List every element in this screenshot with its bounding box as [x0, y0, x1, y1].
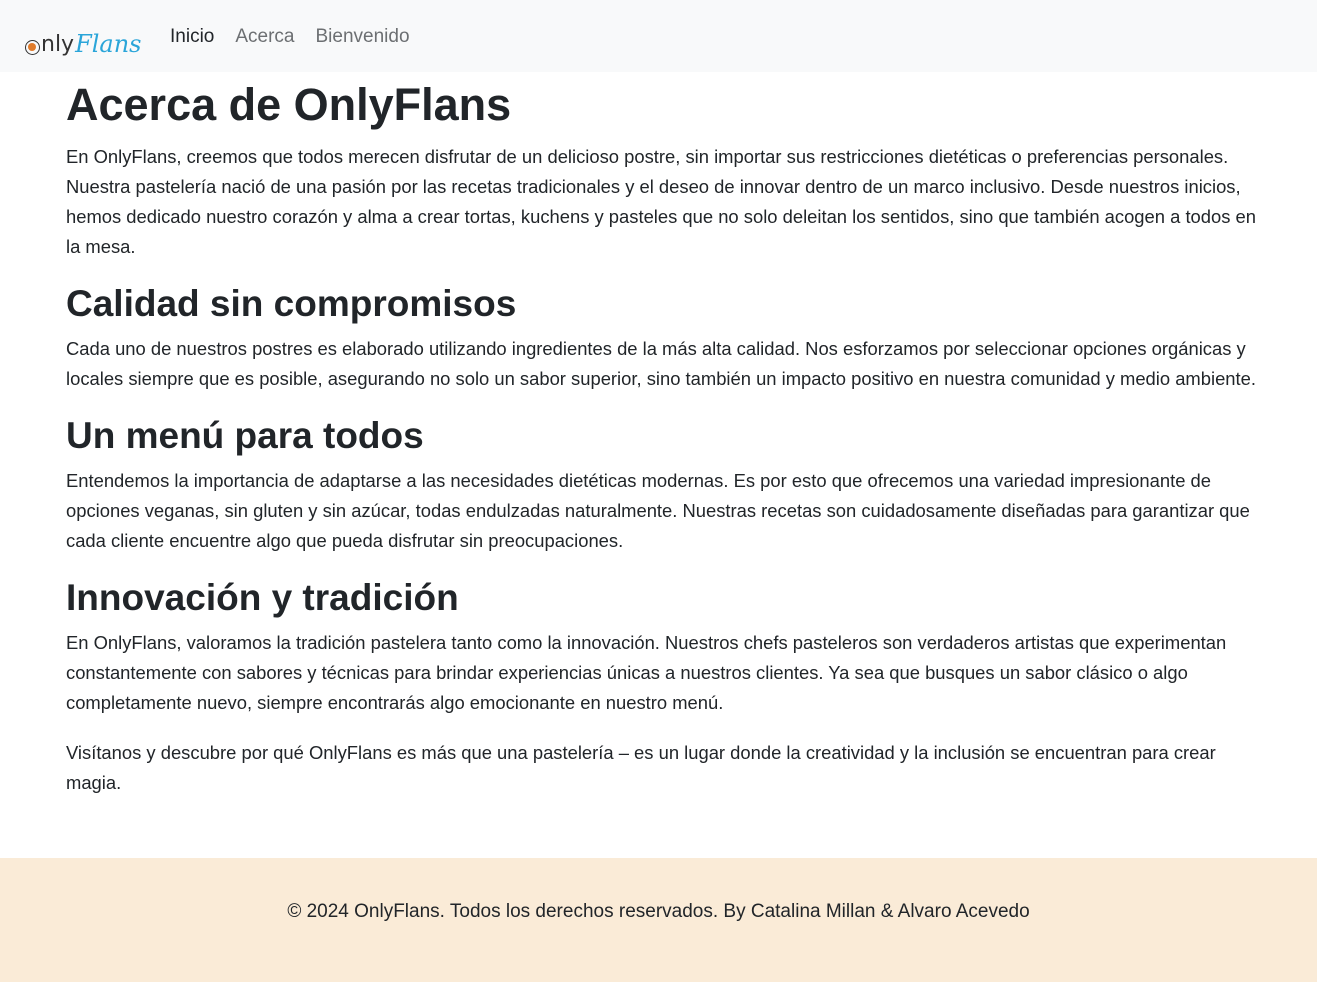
- intro-paragraph: En OnlyFlans, creemos que todos merecen …: [66, 146, 1256, 257]
- page-title: Acerca de OnlyFlans: [66, 79, 512, 130]
- section-heading-menu: Un menú para todos: [66, 415, 424, 456]
- nav-links: Inicio Acerca Bienvenido: [170, 24, 410, 50]
- footer-copyright: © 2024 OnlyFlans. Todos los derechos res…: [287, 901, 1030, 922]
- section-text-menu: Entendemos la importancia de adaptarse a…: [66, 470, 1250, 551]
- brand-logo-only: nly: [25, 34, 74, 56]
- brand-logo-nly-text: nly: [41, 32, 75, 57]
- section-text-quality: Cada uno de nuestros postres es elaborad…: [66, 338, 1256, 389]
- section-heading-innovation: Innovación y tradición: [66, 577, 459, 618]
- brand-logo-link[interactable]: nly Flans: [25, 22, 142, 56]
- nav-link-inicio[interactable]: Inicio: [170, 24, 214, 50]
- logo-o-icon: [25, 40, 40, 55]
- nav-link-acerca[interactable]: Acerca: [235, 24, 294, 50]
- brand-logo-flans-text: Flans: [75, 30, 142, 58]
- footer: © 2024 OnlyFlans. Todos los derechos res…: [0, 858, 1317, 982]
- nav-link-bienvenido[interactable]: Bienvenido: [316, 24, 410, 50]
- section-heading-quality: Calidad sin compromisos: [66, 283, 517, 324]
- main-content: Acerca de OnlyFlans En OnlyFlans, creemo…: [66, 78, 1256, 818]
- closing-paragraph: Visítanos y descubre por qué OnlyFlans e…: [66, 742, 1216, 793]
- navbar: nly Flans Inicio Acerca Bienvenido: [0, 0, 1317, 72]
- section-text-innovation: En OnlyFlans, valoramos la tradición pas…: [66, 632, 1227, 713]
